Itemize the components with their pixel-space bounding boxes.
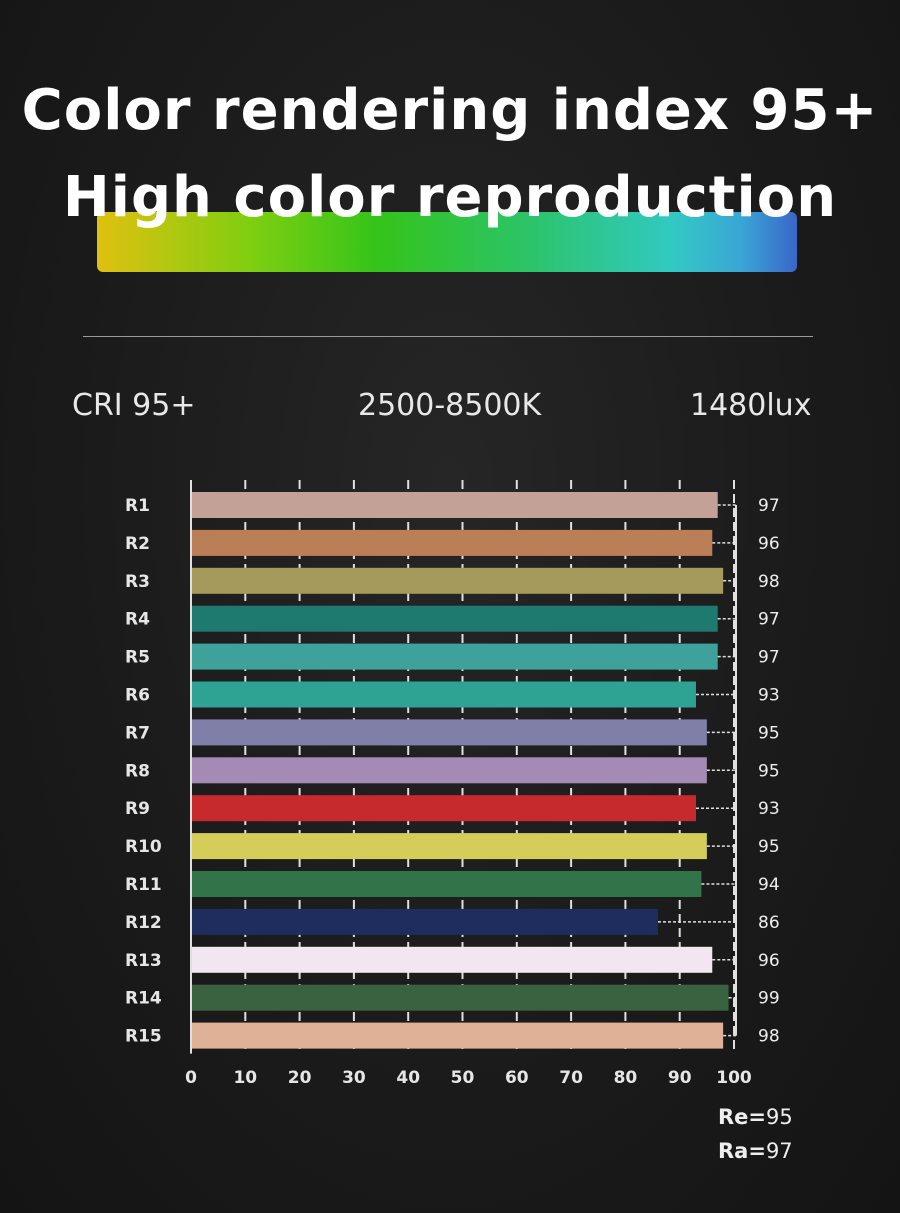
x-tick-label: 10: [233, 1068, 257, 1088]
category-label: R9: [125, 799, 150, 819]
value-label: 97: [758, 648, 780, 668]
bar-r13: [192, 946, 713, 973]
value-label: 96: [758, 534, 780, 554]
bar-r12: [192, 908, 658, 935]
summary-re-value: 95: [766, 1105, 793, 1129]
category-label: R3: [125, 572, 150, 592]
value-label: 97: [758, 496, 780, 516]
bar-r10: [192, 833, 707, 860]
category-label: R12: [125, 913, 162, 933]
bar-r8: [192, 757, 707, 784]
category-label: R4: [125, 610, 150, 630]
bar-r4: [192, 605, 718, 632]
category-label: R7: [125, 723, 150, 743]
value-label: 93: [758, 799, 780, 819]
bar-r14: [192, 984, 729, 1011]
x-tick-label: 30: [342, 1068, 366, 1088]
x-tick-label: 90: [668, 1068, 692, 1088]
x-tick-label: 0: [185, 1068, 197, 1088]
value-label: 98: [758, 572, 780, 592]
category-label: R1: [125, 496, 150, 516]
summary-ra-label: Ra=: [718, 1139, 766, 1163]
x-tick-label: 80: [614, 1068, 638, 1088]
bar-r11: [192, 871, 702, 897]
bar-r6: [192, 681, 696, 708]
category-label: R2: [125, 534, 150, 554]
bar-r1: [192, 492, 718, 518]
bar-r5: [192, 643, 718, 670]
value-label: 95: [758, 837, 780, 857]
category-label: R15: [125, 1027, 162, 1047]
summary-ra-value: 97: [765, 1139, 793, 1163]
value-label: 95: [758, 723, 780, 743]
x-tick-label: 70: [559, 1068, 583, 1088]
headline-line2: High color reproduction: [62, 165, 838, 230]
value-label: 97: [758, 610, 780, 630]
summary-re: Re=95: [718, 1105, 793, 1129]
value-label: 99: [758, 989, 780, 1009]
category-label: R14: [125, 989, 162, 1009]
x-tick-label: 100: [716, 1068, 752, 1088]
category-label: R13: [125, 951, 162, 971]
value-label: 93: [758, 686, 780, 706]
bar-r7: [192, 719, 707, 746]
category-label: R10: [125, 837, 162, 857]
value-label: 86: [758, 913, 780, 933]
value-label: 95: [758, 761, 780, 781]
x-tick-label: 40: [396, 1068, 420, 1088]
summary-re-label: Re=: [718, 1105, 767, 1129]
category-label: R11: [125, 875, 162, 895]
value-label: 98: [758, 1027, 780, 1047]
category-label: R6: [125, 686, 150, 706]
category-label: R5: [125, 648, 150, 668]
x-tick-label: 50: [451, 1068, 475, 1088]
x-tick-label: 60: [505, 1068, 529, 1088]
category-label: R8: [125, 761, 150, 781]
summary-ra: Ra=97: [718, 1139, 793, 1163]
bar-r9: [192, 795, 696, 822]
x-tick-label: 20: [288, 1068, 312, 1088]
bar-r15: [192, 1022, 724, 1049]
value-label: 96: [758, 951, 780, 971]
bar-r2: [192, 529, 713, 556]
bar-r3: [192, 567, 724, 594]
value-label: 94: [758, 875, 780, 895]
